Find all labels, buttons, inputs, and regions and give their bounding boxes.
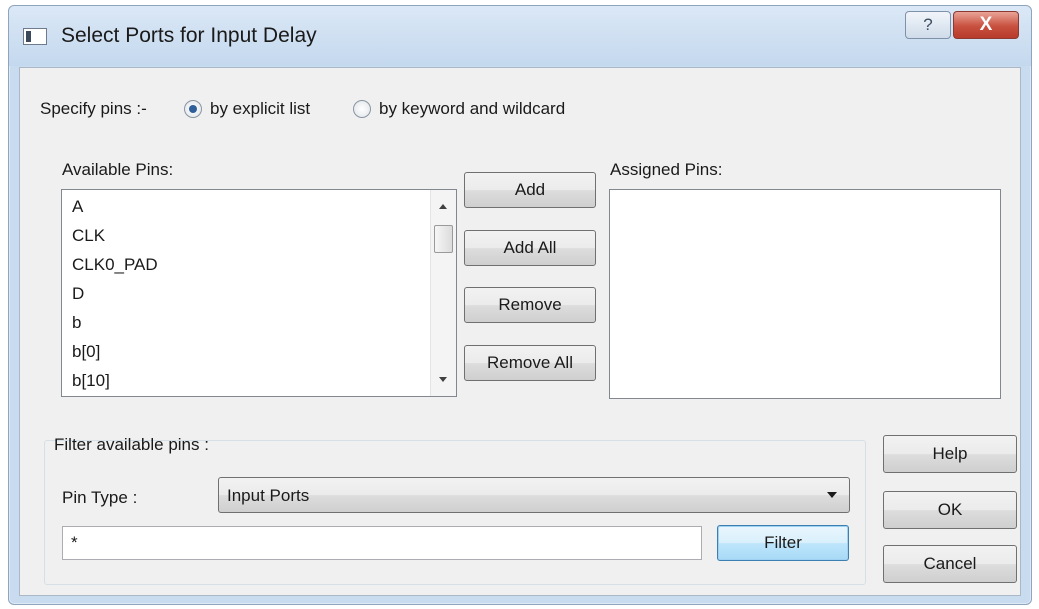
- available-pins-scrollbar[interactable]: [430, 190, 456, 396]
- list-item[interactable]: CLK: [72, 226, 105, 246]
- dialog-window: Select Ports for Input Delay ? X Specify…: [8, 5, 1032, 605]
- remove-button[interactable]: Remove: [464, 287, 596, 323]
- filter-pattern-input[interactable]: *: [62, 526, 702, 560]
- available-pins-label: Available Pins:: [62, 160, 174, 179]
- pin-type-label: Pin Type :: [62, 488, 138, 507]
- radio-keyword-wildcard[interactable]: [353, 100, 371, 118]
- scroll-thumb[interactable]: [434, 225, 453, 253]
- radio-keyword-wildcard-label[interactable]: by keyword and wildcard: [379, 99, 565, 119]
- chevron-down-icon: [827, 492, 837, 498]
- list-item[interactable]: b: [72, 313, 81, 333]
- ok-button[interactable]: OK: [883, 491, 1017, 529]
- list-item[interactable]: A: [72, 197, 83, 217]
- assigned-pins-list[interactable]: [609, 189, 1001, 399]
- help-button[interactable]: Help: [883, 435, 1017, 473]
- window-title: Select Ports for Input Delay: [61, 24, 317, 47]
- list-item[interactable]: b[0]: [72, 342, 100, 362]
- filter-group-label: Filter available pins :: [54, 435, 209, 454]
- available-pins-list[interactable]: A CLK CLK0_PAD D b b[0] b[10]: [61, 189, 457, 397]
- radio-explicit-list[interactable]: [184, 100, 202, 118]
- pin-type-value: Input Ports: [227, 486, 310, 505]
- list-item[interactable]: b[10]: [72, 371, 110, 391]
- remove-all-button[interactable]: Remove All: [464, 345, 596, 381]
- specify-pins-label: Specify pins :-: [40, 99, 147, 118]
- window-icon: [23, 28, 47, 45]
- add-all-button[interactable]: Add All: [464, 230, 596, 266]
- list-item[interactable]: CLK0_PAD: [72, 255, 158, 275]
- close-button[interactable]: X: [953, 11, 1019, 39]
- filter-button[interactable]: Filter: [717, 525, 849, 561]
- filter-pattern-value: *: [71, 533, 78, 552]
- list-item[interactable]: D: [72, 284, 84, 304]
- add-button[interactable]: Add: [464, 172, 596, 208]
- assigned-pins-label: Assigned Pins:: [610, 160, 723, 179]
- scroll-down-arrow-icon[interactable]: [439, 377, 447, 382]
- title-help-button[interactable]: ?: [905, 11, 951, 39]
- cancel-button[interactable]: Cancel: [883, 545, 1017, 583]
- title-bar[interactable]: Select Ports for Input Delay ? X: [9, 6, 1031, 66]
- scroll-up-arrow-icon[interactable]: [439, 204, 447, 209]
- radio-explicit-list-label[interactable]: by explicit list: [210, 99, 310, 119]
- pin-type-dropdown[interactable]: Input Ports: [218, 477, 850, 513]
- dialog-body: Specify pins :- by explicit list by keyw…: [19, 67, 1021, 596]
